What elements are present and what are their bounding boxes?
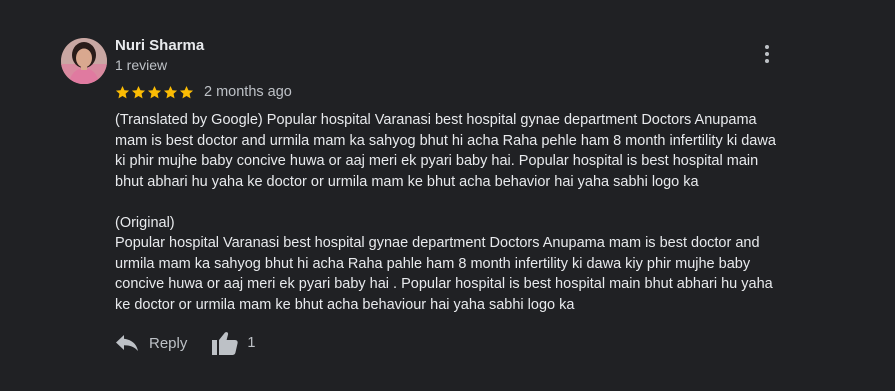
review-text: (Translated by Google) Popular hospital … [115,110,805,315]
review-card: Nuri Sharma 1 review 2 months ago (Trans… [0,0,895,391]
original-line: ke doctor or urmila mam ke bhut acha beh… [115,296,575,313]
star-icon [163,85,178,98]
review-date: 2 months ago [204,84,292,100]
original-line: urmila mam ka sahyog bhut hi acha Raha p… [115,255,751,272]
rating-row: 2 months ago [115,82,292,102]
original-line: Popular hospital Varanasi best hospital … [115,235,760,251]
translated-line: mam is best doctor and urmila mam ka sah… [115,132,776,149]
star-icon [179,85,194,98]
author-review-count: 1 review [115,57,168,73]
like-button[interactable]: 1 [212,331,255,355]
avatar[interactable] [61,38,107,84]
reply-button[interactable]: Reply [115,334,187,352]
star-icon [147,85,162,98]
thumbs-up-icon [212,332,239,355]
like-count: 1 [247,335,256,351]
review-actions: Reply 1 [115,328,255,358]
star-icon [131,85,146,98]
more-vert-dot [765,59,769,63]
original-label: (Original) [115,214,175,231]
more-options-button[interactable] [754,40,780,68]
more-vert-dot [765,52,769,56]
more-vert-icon [765,45,769,49]
author-name[interactable]: Nuri Sharma [115,37,204,54]
star-rating [115,85,194,100]
translated-line: (Translated by Google) Popular hospital … [115,112,757,128]
star-icon [115,85,130,98]
reply-icon [116,335,138,351]
original-line: concive huwa or aaj meri ek pyari baby h… [115,276,773,292]
translated-line: bhut abhari hu yaha ke doctor or urmila … [115,173,699,190]
translated-line: ki phir mujhe baby concive huwa or aaj m… [115,153,759,169]
reply-label: Reply [149,334,188,352]
